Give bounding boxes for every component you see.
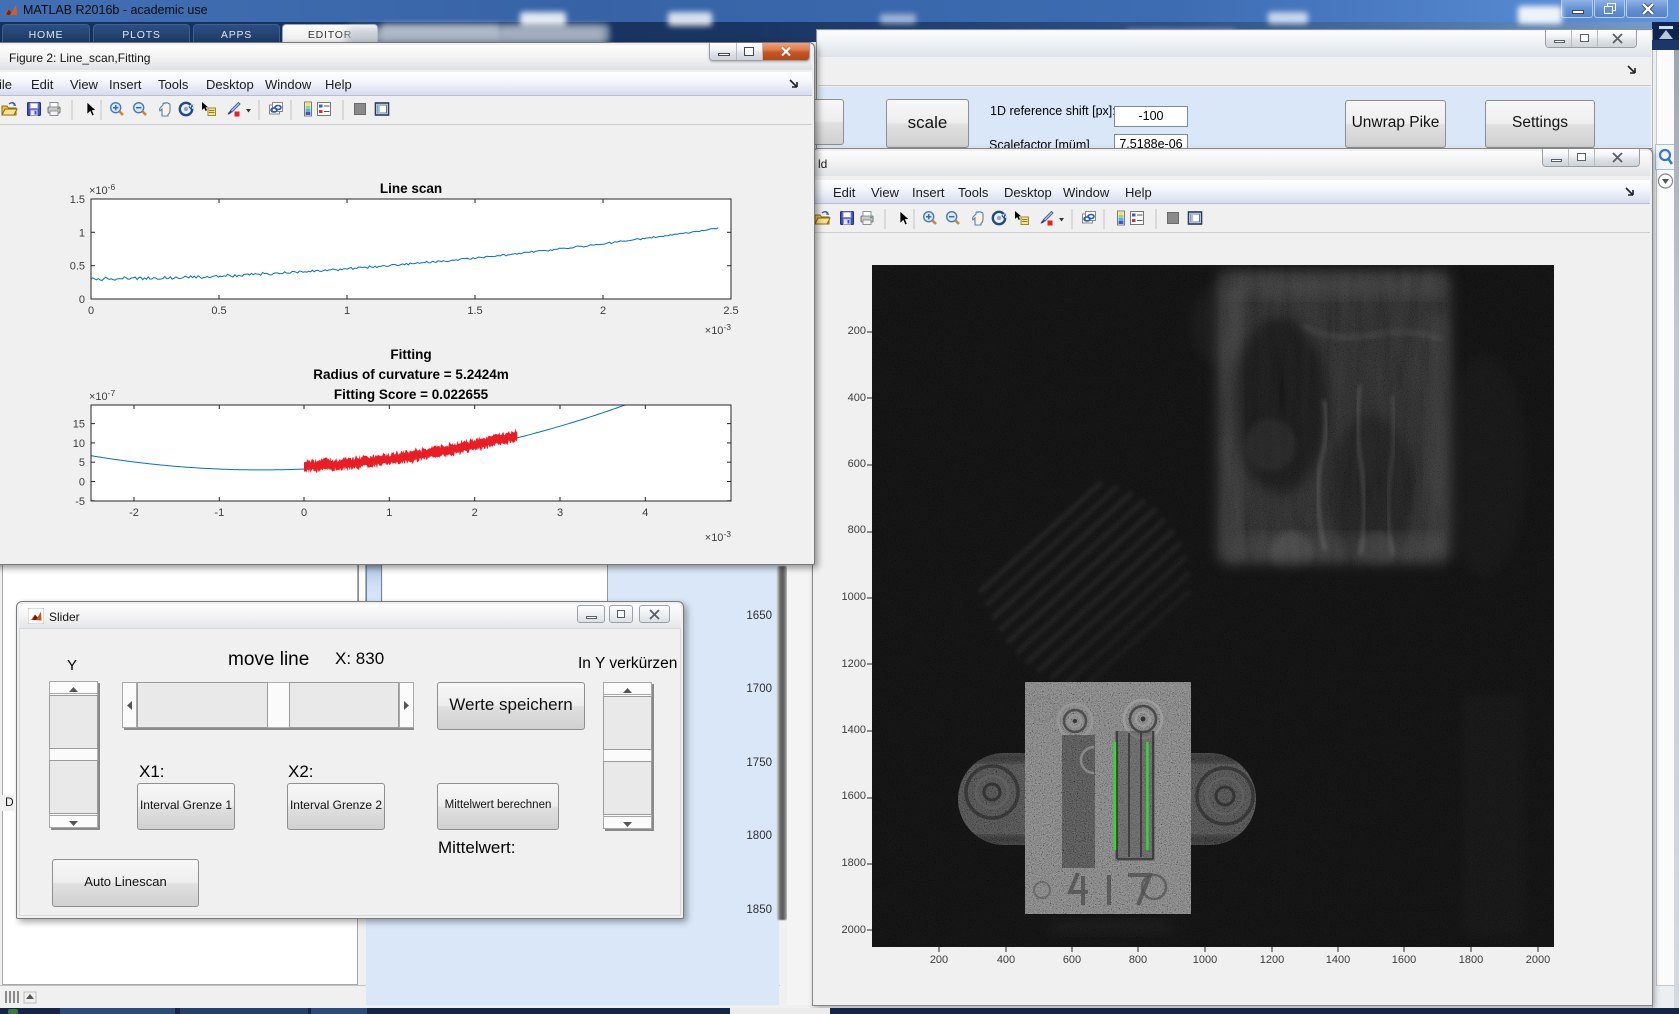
svg-text:10: 10 xyxy=(73,438,85,450)
svg-text:0.5: 0.5 xyxy=(70,261,85,273)
svg-text:×10-7: ×10-7 xyxy=(89,388,116,403)
svg-text:0.5: 0.5 xyxy=(211,305,226,317)
svg-text:×10-3: ×10-3 xyxy=(705,529,732,544)
svg-text:Line scan: Line scan xyxy=(380,181,442,196)
svg-text:-2: -2 xyxy=(129,507,139,519)
svg-text:-1: -1 xyxy=(214,507,224,519)
svg-text:Fitting: Fitting xyxy=(390,347,431,362)
svg-text:0: 0 xyxy=(79,294,85,306)
svg-text:1: 1 xyxy=(344,305,350,317)
svg-text:0: 0 xyxy=(88,305,94,317)
svg-text:5: 5 xyxy=(79,457,85,469)
svg-text:×10-6: ×10-6 xyxy=(89,182,116,197)
svg-text:3: 3 xyxy=(557,507,563,519)
svg-text:2.5: 2.5 xyxy=(723,305,738,317)
svg-text:0: 0 xyxy=(79,477,85,489)
svg-text:Fitting Score = 0.022655: Fitting Score = 0.022655 xyxy=(334,387,489,402)
svg-text:0: 0 xyxy=(301,507,307,519)
svg-text:-5: -5 xyxy=(75,496,85,508)
svg-text:2: 2 xyxy=(600,305,606,317)
svg-text:Radius of curvature = 5.2424m: Radius of curvature = 5.2424m xyxy=(313,367,508,382)
svg-text:2: 2 xyxy=(472,507,478,519)
svg-text:1: 1 xyxy=(386,507,392,519)
svg-text:1.5: 1.5 xyxy=(467,305,482,317)
svg-text:×10-3: ×10-3 xyxy=(705,322,732,337)
svg-text:15: 15 xyxy=(73,419,85,431)
svg-text:4: 4 xyxy=(642,507,648,519)
svg-text:1.5: 1.5 xyxy=(70,194,85,206)
svg-text:1: 1 xyxy=(79,227,85,239)
